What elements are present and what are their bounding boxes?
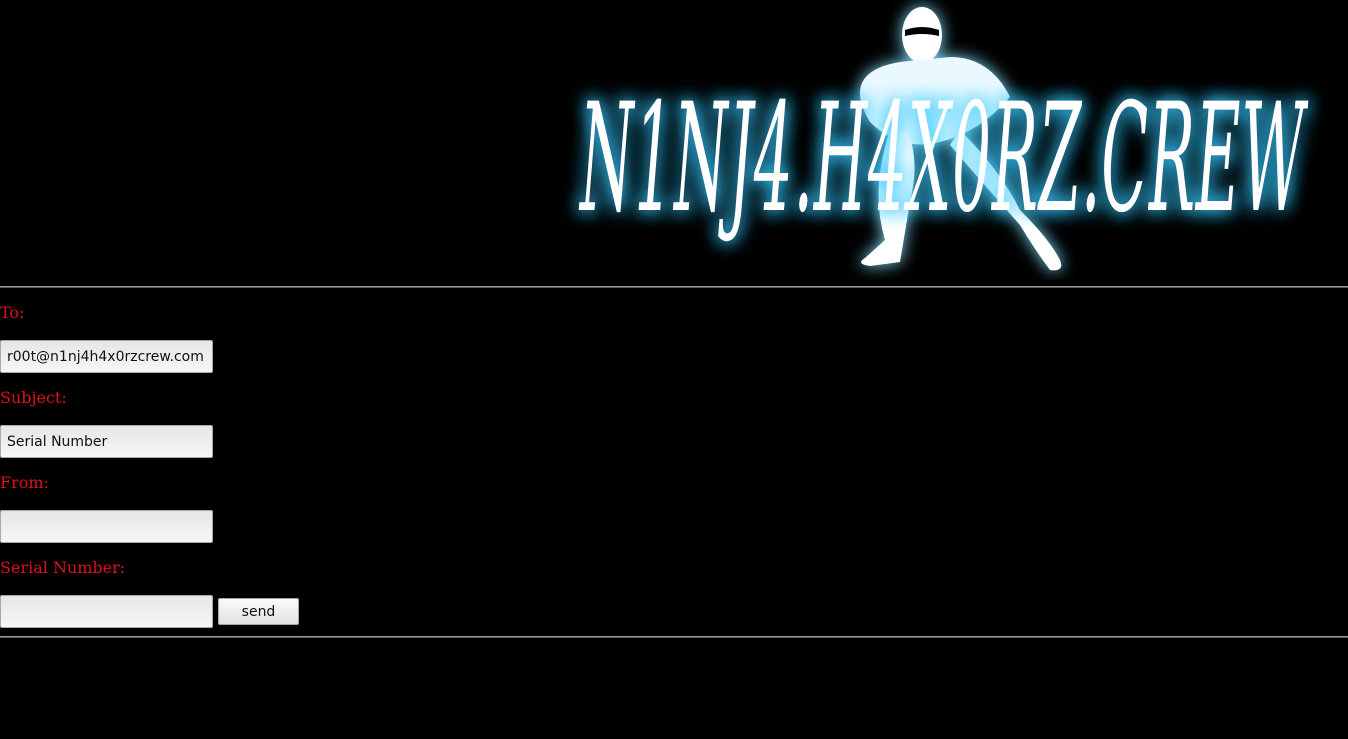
top-divider — [0, 286, 1348, 288]
from-label: From: — [0, 473, 49, 492]
to-label: To: — [0, 303, 25, 322]
serial-number-label: Serial Number: — [0, 558, 126, 577]
subject-input[interactable] — [0, 425, 213, 458]
header-banner: N1NJ4.H4X0RZ.CREW — [0, 0, 1348, 286]
serial-number-input[interactable] — [0, 595, 213, 628]
send-button[interactable]: send — [218, 598, 299, 625]
from-input[interactable] — [0, 510, 213, 543]
logo-text: N1NJ4.H4X0RZ.CREW — [579, 72, 1309, 246]
logo: N1NJ4.H4X0RZ.CREW — [579, 7, 1309, 271]
to-input[interactable] — [0, 340, 213, 373]
subject-label: Subject: — [0, 388, 67, 407]
bottom-divider — [0, 636, 1348, 638]
